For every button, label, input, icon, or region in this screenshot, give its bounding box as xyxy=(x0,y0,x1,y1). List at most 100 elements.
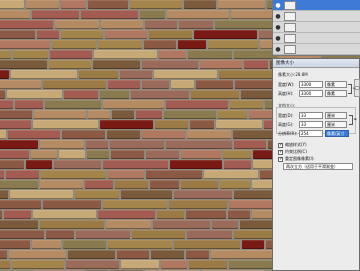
brick xyxy=(216,120,262,129)
brick xyxy=(108,80,140,89)
brick xyxy=(76,230,130,239)
brick xyxy=(40,220,104,229)
brick xyxy=(40,140,84,149)
brick xyxy=(0,50,11,59)
brick xyxy=(211,250,277,259)
dialog-side-button[interactable] xyxy=(354,79,360,87)
brick xyxy=(170,160,222,169)
doc-height-input[interactable]: 33 xyxy=(299,121,323,128)
resample-method-select[interactable]: 两次立方（适用于平滑渐变） xyxy=(283,163,353,170)
brick xyxy=(33,120,98,129)
brick xyxy=(0,80,41,89)
brick xyxy=(4,210,31,219)
eye-icon[interactable]: ● xyxy=(274,1,282,9)
layer-thumbnail xyxy=(284,11,296,21)
brick xyxy=(0,60,47,69)
brick xyxy=(93,60,140,69)
eye-icon[interactable]: ● xyxy=(274,23,282,31)
brick xyxy=(196,80,233,89)
resolution-unit-select[interactable]: 像素/英寸 xyxy=(325,130,349,137)
brick xyxy=(136,110,162,119)
brick xyxy=(108,240,172,249)
brick xyxy=(179,20,213,29)
brick xyxy=(0,220,38,229)
resolution-input[interactable]: 254 xyxy=(299,130,323,137)
brick xyxy=(68,250,115,259)
doc-width-input[interactable]: 33 xyxy=(299,112,323,119)
brick xyxy=(115,180,148,189)
eye-icon[interactable]: ● xyxy=(274,12,282,20)
brick xyxy=(103,100,164,109)
brick xyxy=(26,0,59,9)
brick xyxy=(164,110,216,119)
brick xyxy=(218,0,265,9)
brick xyxy=(43,80,106,89)
brick xyxy=(110,140,164,149)
brick xyxy=(0,210,2,219)
layer-row[interactable]: ● xyxy=(273,11,360,22)
layer-row[interactable]: ● xyxy=(273,22,360,33)
pixel-height-input[interactable]: 3300 xyxy=(299,90,323,97)
brick xyxy=(155,120,188,129)
brick xyxy=(174,240,240,249)
eye-icon[interactable]: ● xyxy=(274,34,282,42)
resample-label: 重定图像像素(I): xyxy=(285,156,315,161)
brick xyxy=(85,180,113,189)
resolution-label: 分辨率(R): xyxy=(278,131,298,136)
brick xyxy=(117,250,149,259)
brick xyxy=(166,140,232,149)
brick xyxy=(61,0,86,9)
doc-width-unit-select[interactable]: 厘米 xyxy=(325,112,347,119)
brick xyxy=(140,10,165,19)
brick xyxy=(9,250,66,259)
constrain-proportions-checkbox[interactable] xyxy=(278,149,283,155)
chain-link-icon: ⚭ xyxy=(353,117,358,123)
brick xyxy=(166,100,228,109)
brick xyxy=(94,50,157,59)
brick xyxy=(98,210,155,219)
brick xyxy=(54,160,101,169)
brick xyxy=(204,170,258,179)
pixel-width-input[interactable]: 3300 xyxy=(299,81,323,88)
scale-styles-row[interactable]: 缩放样式(Y) xyxy=(278,142,307,148)
brick xyxy=(33,210,96,219)
brick xyxy=(0,250,7,259)
brick xyxy=(31,150,57,159)
resample-checkbox[interactable] xyxy=(278,156,283,162)
brick xyxy=(218,110,247,119)
doc-height-unit-select[interactable]: 厘米 xyxy=(325,121,347,128)
brick xyxy=(0,20,53,29)
pixel-dimensions-label: 像素大小:28.8M xyxy=(278,72,308,77)
pixel-width-unit-select[interactable]: 像素 xyxy=(325,81,347,88)
brick xyxy=(161,260,187,269)
brick xyxy=(8,130,60,139)
dialog-side-button[interactable] xyxy=(354,89,360,97)
constrain-proportions-row[interactable]: 约束比例(C) xyxy=(278,149,307,155)
brick xyxy=(191,90,239,99)
brick xyxy=(0,240,30,249)
brick xyxy=(234,140,266,149)
brick xyxy=(212,220,238,229)
brick xyxy=(242,240,264,249)
brick xyxy=(45,100,101,109)
brick xyxy=(87,150,109,159)
brick xyxy=(219,70,279,79)
layer-row[interactable]: ● xyxy=(273,0,360,11)
brick xyxy=(228,210,250,219)
layer-row[interactable]: ● xyxy=(273,44,360,55)
brick xyxy=(100,90,129,99)
brick xyxy=(132,230,185,239)
brick xyxy=(103,200,167,209)
pixel-height-label: 高度(H): xyxy=(278,91,294,96)
brick xyxy=(121,260,159,269)
eye-icon[interactable]: ● xyxy=(274,45,282,53)
pixel-height-unit-select[interactable]: 像素 xyxy=(325,90,347,97)
layer-row[interactable]: ● xyxy=(273,33,360,44)
brick xyxy=(108,170,144,179)
scale-styles-checkbox[interactable] xyxy=(278,142,283,148)
brick xyxy=(194,30,257,39)
resample-row[interactable]: 重定图像像素(I): xyxy=(278,156,315,162)
brick xyxy=(0,160,24,169)
brick xyxy=(49,60,91,69)
layer-thumbnail xyxy=(284,0,296,10)
